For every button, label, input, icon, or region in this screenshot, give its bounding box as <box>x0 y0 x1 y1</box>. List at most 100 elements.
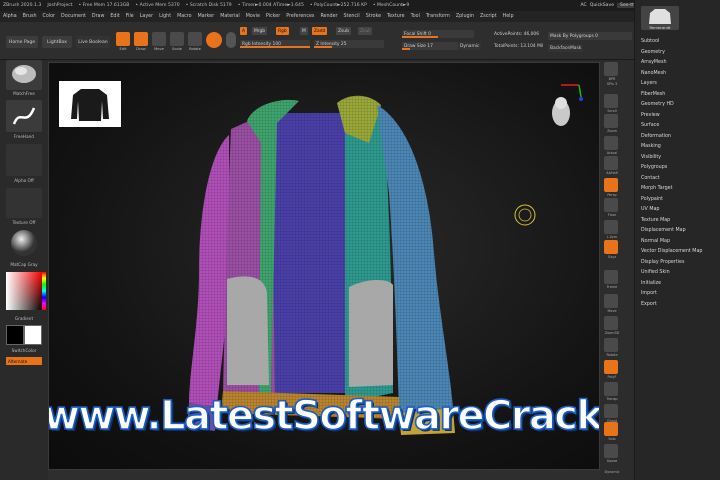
polyf-button[interactable] <box>604 360 618 374</box>
transp-button[interactable] <box>604 382 618 396</box>
alternate-button[interactable]: Alternate <box>6 357 42 365</box>
palette-item-surface[interactable]: Surface <box>641 121 702 132</box>
edit-mode-button[interactable] <box>116 32 130 46</box>
hue-bar[interactable] <box>42 272 46 310</box>
palette-item-polypaint[interactable]: Polypaint <box>641 195 702 206</box>
palette-item-masking[interactable]: Masking <box>641 142 702 153</box>
floor-button[interactable] <box>604 198 618 212</box>
menu-edit[interactable]: Edit <box>107 14 122 19</box>
z-intensity-slider[interactable]: Z Intensity 25 <box>314 40 384 48</box>
menu-brush[interactable]: Brush <box>20 14 40 19</box>
zoom-button[interactable] <box>604 114 618 128</box>
lsym-button[interactable] <box>604 220 618 234</box>
menu-texture[interactable]: Texture <box>384 14 408 19</box>
solo-button[interactable] <box>604 422 618 436</box>
menu-transform[interactable]: Transform <box>423 14 453 19</box>
menu-help[interactable]: Help <box>500 14 517 19</box>
texture-thumbnail[interactable] <box>6 188 42 218</box>
palette-item-display-properties[interactable]: Display Properties <box>641 258 702 269</box>
secondary-color-swatch[interactable] <box>24 325 42 345</box>
gxyz-button[interactable] <box>604 240 618 254</box>
material-sphere-icon[interactable] <box>206 32 222 48</box>
home-page-button[interactable]: Home Page <box>6 36 38 48</box>
palette-item-morph-target[interactable]: Morph Target <box>641 184 702 195</box>
palette-item-fibermesh[interactable]: FiberMesh <box>641 90 702 101</box>
main-color-swatch[interactable] <box>6 325 24 345</box>
palette-item-arraymesh[interactable]: ArrayMesh <box>641 58 702 69</box>
alpha-thumbnail[interactable] <box>6 144 42 176</box>
palette-item-contact[interactable]: Contact <box>641 174 702 185</box>
scroll-button[interactable] <box>604 94 618 108</box>
palette-item-geometry[interactable]: Geometry <box>641 48 702 59</box>
a-toggle[interactable]: A <box>240 27 248 35</box>
canvas-viewport[interactable]: www.LatestSoftwareCrack.com <box>48 62 600 470</box>
rotate-view-button[interactable] <box>604 338 618 352</box>
m-toggle[interactable]: M <box>300 27 308 35</box>
rgb-toggle[interactable]: Rgb <box>276 27 289 35</box>
stroke-thumbnail[interactable] <box>6 100 42 132</box>
lightbox-button[interactable]: LightBox <box>42 36 72 48</box>
color-picker[interactable] <box>6 272 46 310</box>
palette-item-polygroups[interactable]: Polygroups <box>641 163 702 174</box>
menu-material[interactable]: Material <box>217 14 243 19</box>
focal-shift-slider[interactable]: Focal Shift 0 <box>402 30 474 38</box>
palette-item-export[interactable]: Export <box>641 300 702 311</box>
orientation-gizmo[interactable] <box>552 84 583 126</box>
menu-movie[interactable]: Movie <box>243 14 263 19</box>
menu-stencil[interactable]: Stencil <box>341 14 363 19</box>
palette-item-nanomesh[interactable]: NanoMesh <box>641 69 702 80</box>
palette-item-uv-map[interactable]: UV Map <box>641 205 702 216</box>
dynamic-toggle[interactable]: Dynamic <box>458 42 482 50</box>
color-sphere-icon[interactable] <box>226 32 236 48</box>
palette-item-displacement-map[interactable]: Displacement Map <box>641 226 702 237</box>
quicksave-button[interactable]: QuickSave <box>590 3 614 8</box>
draw-mode-button[interactable] <box>134 32 148 46</box>
persp-button[interactable] <box>604 178 618 192</box>
menu-macro[interactable]: Macro <box>174 14 195 19</box>
mrgb-toggle[interactable]: Mrgb <box>252 27 268 35</box>
material-thumbnail[interactable] <box>6 228 42 258</box>
actual-button[interactable] <box>604 136 618 150</box>
tool-thumbnail[interactable]: Rembrandt <box>641 6 679 30</box>
menu-alpha[interactable]: Alpha <box>0 14 20 19</box>
menu-file[interactable]: File <box>123 14 137 19</box>
palette-item-preview[interactable]: Preview <box>641 111 702 122</box>
zcut-toggle[interactable]: Zcut <box>358 27 372 35</box>
spix-label[interactable]: SPix 3 <box>600 82 624 86</box>
brush-thumbnail[interactable] <box>6 60 42 90</box>
frame-button[interactable] <box>604 270 618 284</box>
menu-color[interactable]: Color <box>39 14 58 19</box>
ac-label[interactable]: AC <box>581 3 587 8</box>
zoom3d-button[interactable] <box>604 316 618 330</box>
mask-by-polygroups-slider[interactable]: Mask By Polygroups 0 <box>548 32 632 40</box>
switch-color-label[interactable]: SwitchColor <box>0 348 48 353</box>
zsub-toggle[interactable]: Zsub <box>336 27 351 35</box>
menu-stroke[interactable]: Stroke <box>363 14 384 19</box>
palette-item-initialize[interactable]: Initialize <box>641 279 702 290</box>
backface-mask-toggle[interactable]: BackfaceMask <box>548 44 584 52</box>
menu-zscript[interactable]: Zscript <box>477 14 500 19</box>
rotate-mode-button[interactable] <box>188 32 202 46</box>
menu-preferences[interactable]: Preferences <box>283 14 317 19</box>
move-mode-button[interactable] <box>152 32 166 46</box>
menu-picker[interactable]: Picker <box>263 14 283 19</box>
bpr-button[interactable] <box>604 62 618 76</box>
menu-marker[interactable]: Marker <box>195 14 218 19</box>
menu-zplugin[interactable]: Zplugin <box>453 14 477 19</box>
move-view-button[interactable] <box>604 294 618 308</box>
palette-item-vector-displacement-map[interactable]: Vector Displacement Map <box>641 247 702 258</box>
palette-item-subtool[interactable]: Subtool <box>641 37 702 48</box>
draw-size-slider[interactable]: Draw Size 17 <box>402 42 458 50</box>
palette-item-visibility[interactable]: Visibility <box>641 153 702 164</box>
aahalf-button[interactable] <box>604 156 618 170</box>
menu-document[interactable]: Document <box>58 14 89 19</box>
scale-mode-button[interactable] <box>170 32 184 46</box>
palette-item-unified-skin[interactable]: Unified Skin <box>641 268 702 279</box>
ghost-button[interactable] <box>604 404 618 418</box>
menu-tool[interactable]: Tool <box>408 14 423 19</box>
palette-item-geometry-hd[interactable]: Geometry HD <box>641 100 702 111</box>
menu-light[interactable]: Light <box>156 14 174 19</box>
menu-render[interactable]: Render <box>317 14 340 19</box>
menu-layer[interactable]: Layer <box>137 14 156 19</box>
zadd-toggle[interactable]: Zadd <box>312 27 328 35</box>
